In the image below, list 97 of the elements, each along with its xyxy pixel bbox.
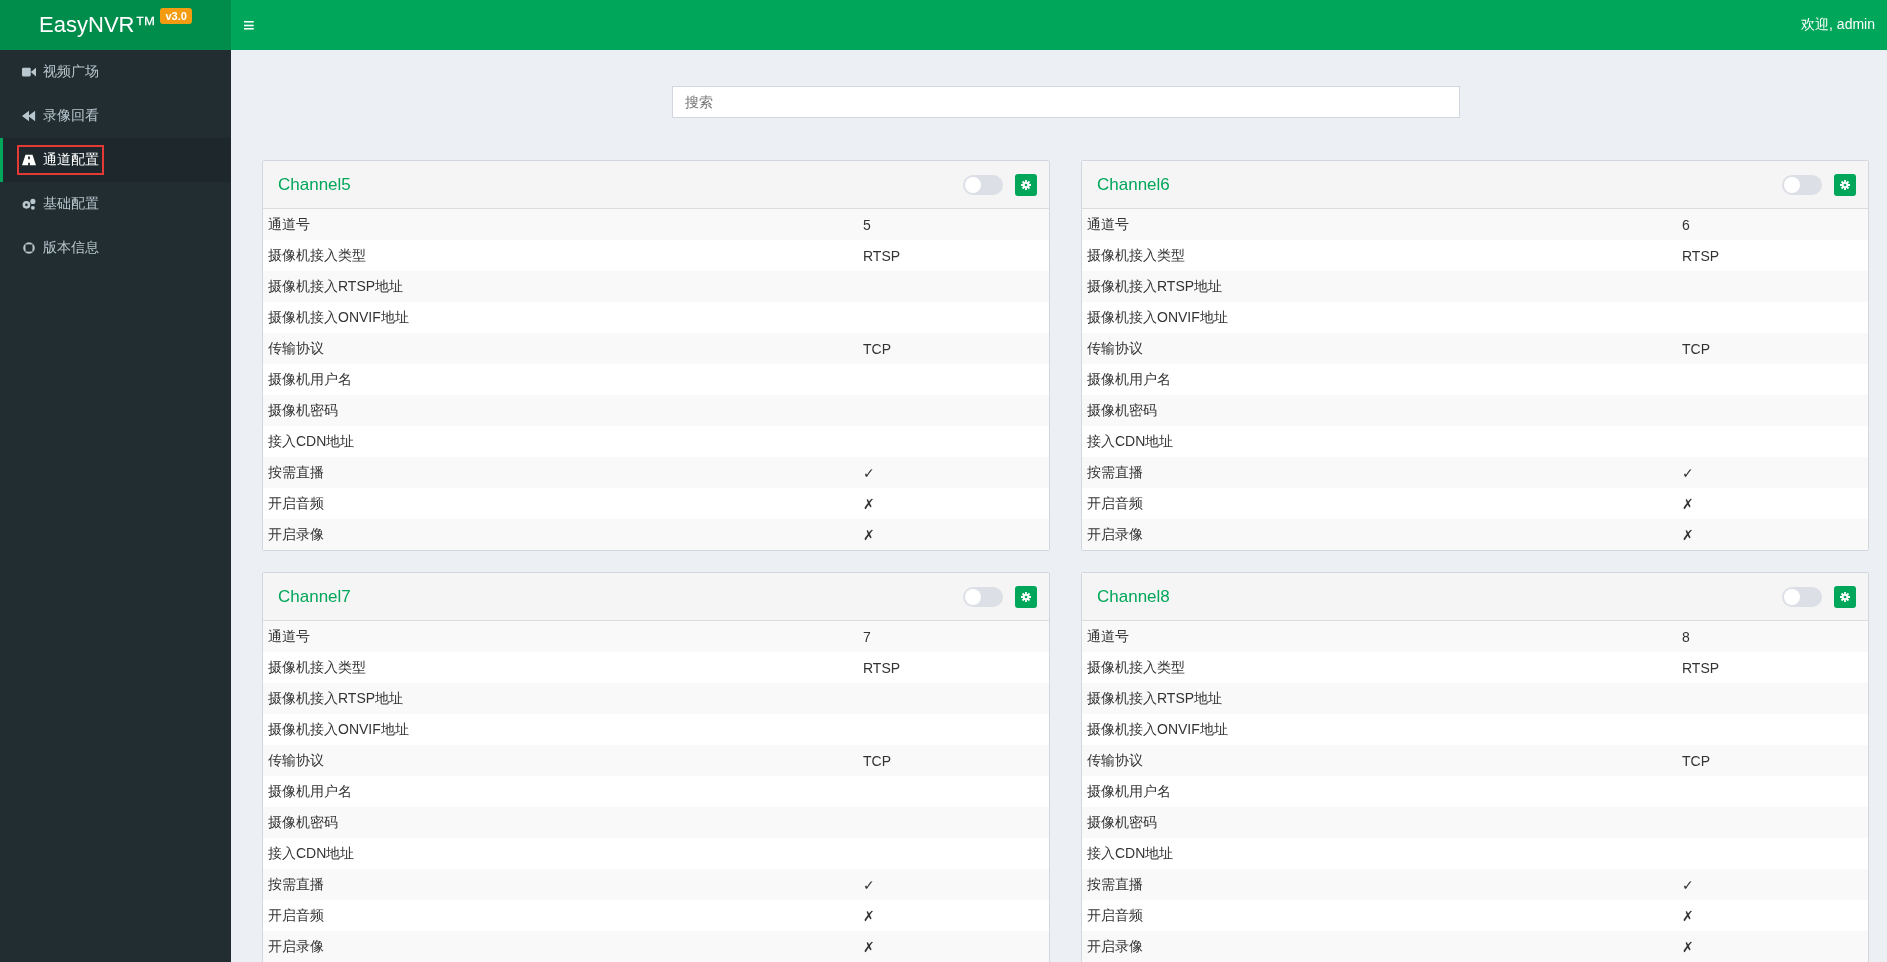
table-cell: ✗ [863, 495, 875, 512]
table-cell-text: 摄像机用户名 [1086, 370, 1172, 389]
gear-icon [1840, 179, 1850, 190]
settings-button[interactable] [1015, 585, 1037, 608]
table-cell-text: 摄像机接入RTSP地址 [1086, 689, 1224, 708]
table-cell-text: 按需直播 [1086, 463, 1144, 482]
table-cell-text: 摄像机接入ONVIF地址 [1086, 308, 1229, 327]
table-cell-text: 开启录像 [1086, 937, 1144, 956]
table-cell: ✓ [863, 876, 875, 893]
gears-icon [22, 198, 36, 210]
table-cell-text: 传输协议 [267, 339, 325, 358]
video-camera-icon [22, 66, 36, 78]
table-cell-text: 开启音频 [267, 906, 325, 925]
settings-button[interactable] [1834, 173, 1856, 196]
channel-title: Channel8 [1097, 586, 1170, 607]
table-cell-text: 摄像机接入ONVIF地址 [267, 308, 410, 327]
table-cell-text: 摄像机接入类型 [267, 658, 367, 677]
table-cell: ✗ [1682, 526, 1694, 543]
toggle-switch[interactable] [1782, 586, 1822, 607]
table-cell: ✓ [863, 464, 875, 481]
table-cell: ✓ [1682, 876, 1694, 893]
toggle-switch[interactable] [1782, 174, 1822, 195]
settings-button[interactable] [1834, 585, 1856, 608]
table-cell-text: 开启录像 [267, 937, 325, 956]
logo-text: EasyNVR™ [39, 12, 157, 38]
road-icon [22, 154, 36, 166]
search-field[interactable]: 搜索 [671, 86, 1460, 118]
table-cell: 5 [863, 216, 871, 233]
table-cell-text: 摄像机接入类型 [1086, 658, 1186, 677]
table-cell: TCP [863, 340, 891, 357]
sidebar-item[interactable]: 版本信息 [0, 226, 231, 270]
table-cell: ✗ [1682, 907, 1694, 924]
table-cell: ✗ [1682, 938, 1694, 955]
table-cell-text: 通道号 [1086, 215, 1130, 234]
channel-title: Channel7 [278, 586, 351, 607]
table-cell-text: 开启录像 [267, 525, 325, 544]
table-cell-text: 摄像机接入ONVIF地址 [1086, 720, 1229, 739]
lifebuoy-icon [22, 242, 36, 254]
table-cell-text: 摄像机密码 [267, 813, 339, 832]
gear-icon [1021, 591, 1031, 602]
toggle-switch[interactable] [963, 174, 1003, 195]
table-cell-text: 接入CDN地址 [267, 844, 356, 863]
sidebar-item[interactable]: 基础配置 [0, 182, 231, 226]
table-cell-text: 摄像机接入RTSP地址 [267, 277, 405, 296]
table-cell-text: 摄像机接入类型 [267, 246, 367, 265]
sidebar-item[interactable]: 通道配置 [0, 138, 231, 182]
table-cell: TCP [1682, 340, 1710, 357]
table-cell-text: 摄像机密码 [1086, 813, 1158, 832]
table-cell-text: 摄像机接入ONVIF地址 [267, 720, 410, 739]
table-cell-text: 通道号 [1086, 627, 1130, 646]
table-cell-text: 按需直播 [267, 463, 325, 482]
table-cell-text: 开启音频 [1086, 494, 1144, 513]
table-cell-text: 摄像机用户名 [267, 370, 353, 389]
table-cell-text: 开启音频 [1086, 906, 1144, 925]
table-cell: ✗ [863, 907, 875, 924]
version-badge: v3.0 [160, 8, 192, 24]
table-cell: RTSP [1682, 247, 1720, 264]
table-cell-text: 摄像机用户名 [267, 782, 353, 801]
table-cell: ✗ [863, 526, 875, 543]
table-cell: ✗ [1682, 495, 1694, 512]
table-cell: ✗ [863, 938, 875, 955]
channel-title: Channel5 [278, 174, 351, 195]
table-cell: ✓ [1682, 464, 1694, 481]
channel-title: Channel6 [1097, 174, 1170, 195]
table-cell: TCP [863, 752, 891, 769]
gear-icon [1840, 591, 1850, 602]
table-cell-text: 开启录像 [1086, 525, 1144, 544]
gear-icon [1021, 179, 1031, 190]
sidebar-item[interactable]: 视频广场 [0, 50, 231, 94]
table-cell-text: 按需直播 [1086, 875, 1144, 894]
table-cell-text: 接入CDN地址 [1086, 844, 1175, 863]
table-cell-text: 摄像机接入RTSP地址 [1086, 277, 1224, 296]
table-cell-text: 传输协议 [1086, 751, 1144, 770]
table-cell-text: 传输协议 [267, 751, 325, 770]
table-cell-text: 接入CDN地址 [267, 432, 356, 451]
table-cell: RTSP [863, 659, 901, 676]
table-cell-text: 摄像机接入RTSP地址 [267, 689, 405, 708]
rewind-icon [22, 110, 36, 122]
table-cell-text: 摄像机接入类型 [1086, 246, 1186, 265]
table-cell: TCP [1682, 752, 1710, 769]
table-cell-text: 传输协议 [1086, 339, 1144, 358]
settings-button[interactable] [1015, 173, 1037, 196]
table-cell: 7 [863, 628, 871, 645]
table-cell-text: 摄像机密码 [1086, 401, 1158, 420]
table-cell-text: 摄像机用户名 [1086, 782, 1172, 801]
table-cell-text: 接入CDN地址 [1086, 432, 1175, 451]
table-cell: RTSP [863, 247, 901, 264]
sidebar-item[interactable]: 录像回看 [0, 94, 231, 138]
table-cell: RTSP [1682, 659, 1720, 676]
table-cell: 8 [1682, 628, 1690, 645]
table-cell: 6 [1682, 216, 1690, 233]
table-cell-text: 通道号 [267, 627, 311, 646]
table-cell-text: 按需直播 [267, 875, 325, 894]
table-cell-text: 通道号 [267, 215, 311, 234]
toggle-switch[interactable] [963, 586, 1003, 607]
table-cell-text: 开启音频 [267, 494, 325, 513]
table-cell-text: 摄像机密码 [267, 401, 339, 420]
